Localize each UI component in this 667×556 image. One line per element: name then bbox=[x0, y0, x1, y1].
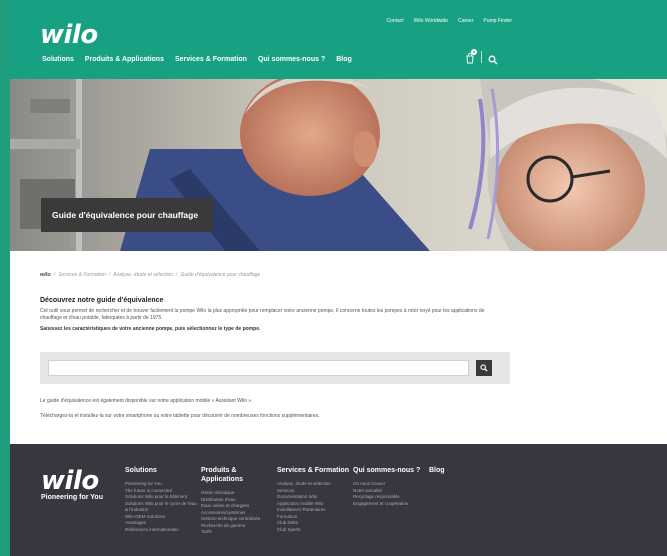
breadcrumb-separator: / bbox=[176, 272, 178, 278]
top-links: Contact Wilo Worldwide Career Pump Finde… bbox=[386, 18, 512, 24]
pump-search-input[interactable] bbox=[48, 360, 469, 376]
footer-column-qui-sommes-nous: Qui sommes-nous ? Où nous trouver Notre … bbox=[353, 466, 425, 507]
top-link-contact[interactable]: Contact bbox=[386, 18, 403, 24]
cart-icon[interactable]: 0 bbox=[465, 49, 477, 64]
nav-item-produits[interactable]: Produits & Applications bbox=[85, 56, 164, 63]
search-icon[interactable] bbox=[488, 52, 498, 65]
breadcrumb-separator: / bbox=[53, 272, 56, 278]
footer-column-title[interactable]: Solutions bbox=[125, 466, 197, 475]
breadcrumb-home[interactable]: wilo bbox=[40, 272, 51, 278]
site-footer: wilo Pioneering for You Solutions Pionee… bbox=[10, 444, 667, 556]
nav-item-services[interactable]: Services & Formation bbox=[175, 56, 247, 63]
instruction-text: Saisissez les caractéristiques de votre … bbox=[40, 326, 261, 332]
left-edge-strip bbox=[0, 0, 10, 556]
footer-link[interactable]: Engagement et coopération bbox=[353, 501, 425, 508]
cart-count-badge: 0 bbox=[471, 49, 477, 55]
top-link-worldwide[interactable]: Wilo Worldwide bbox=[414, 18, 448, 24]
mobile-app-note: Le guide d'équivalence est également dis… bbox=[40, 398, 253, 404]
footer-column-produits: Produits & Applications Génie climatique… bbox=[201, 466, 273, 536]
breadcrumb: wilo / Services & Formation / Analyse, é… bbox=[40, 272, 260, 278]
top-link-career[interactable]: Career bbox=[458, 18, 473, 24]
hero-banner: Guide d'équivalence pour chauffage bbox=[10, 79, 667, 251]
footer-column-blog: Blog bbox=[429, 466, 469, 481]
header-divider bbox=[481, 51, 482, 63]
footer-tagline: Pioneering for You bbox=[41, 494, 103, 501]
download-note: Téléchargez-la et installez-la sur votre… bbox=[40, 413, 320, 419]
footer-link[interactable]: Club Xperts bbox=[277, 527, 349, 534]
main-content: Découvrez notre guide d'équivalence Cet … bbox=[40, 297, 510, 332]
footer-column-solutions: Solutions Pioneering for You The future … bbox=[125, 466, 197, 533]
wilo-logo[interactable]: wilo bbox=[40, 20, 98, 50]
footer-column-title[interactable]: Services & Formation bbox=[277, 466, 349, 475]
breadcrumb-item-current: Guide d'équivalence pour chauffage bbox=[180, 272, 261, 278]
header-icons: 0 bbox=[465, 49, 498, 65]
footer-column-title[interactable]: Blog bbox=[429, 466, 469, 475]
breadcrumb-separator: / bbox=[108, 272, 111, 278]
hero-title: Guide d'équivalence pour chauffage bbox=[41, 198, 213, 232]
page: wilo Contact Wilo Worldwide Career Pump … bbox=[10, 0, 667, 556]
footer-logo[interactable]: wilo bbox=[41, 466, 99, 496]
nav-item-blog[interactable]: Blog bbox=[336, 56, 352, 63]
search-icon bbox=[480, 364, 488, 372]
nav-item-solutions[interactable]: Solutions bbox=[42, 56, 74, 63]
site-header: wilo Contact Wilo Worldwide Career Pump … bbox=[10, 0, 667, 79]
footer-column-title[interactable]: Produits & Applications bbox=[201, 466, 273, 484]
search-button[interactable] bbox=[476, 360, 492, 376]
search-panel bbox=[40, 352, 510, 384]
main-nav: Solutions Produits & Applications Servic… bbox=[42, 56, 352, 63]
footer-link[interactable]: Solutions Wilo pour le bâtiment bbox=[125, 494, 197, 501]
nav-item-qui-sommes-nous[interactable]: Qui sommes-nous ? bbox=[258, 56, 325, 63]
footer-column-services: Services & Formation Analyse, étude et s… bbox=[277, 466, 349, 533]
footer-column-title[interactable]: Qui sommes-nous ? bbox=[353, 466, 425, 475]
breadcrumb-item-services[interactable]: Services & Formation bbox=[58, 272, 106, 278]
footer-link[interactable]: Tarifs bbox=[201, 529, 273, 536]
footer-link[interactable]: Solutions Wilo pour le cycle de l'eau & … bbox=[125, 501, 197, 514]
breadcrumb-item-analyse[interactable]: Analyse, étude et sélection bbox=[113, 272, 173, 278]
section-title: Découvrez notre guide d'équivalence bbox=[40, 297, 164, 304]
top-link-pump-finder[interactable]: Pump Finder bbox=[483, 18, 512, 24]
section-description: Cet outil vous permet de rechercher et d… bbox=[40, 308, 485, 321]
footer-link[interactable]: Références internationales bbox=[125, 527, 197, 534]
